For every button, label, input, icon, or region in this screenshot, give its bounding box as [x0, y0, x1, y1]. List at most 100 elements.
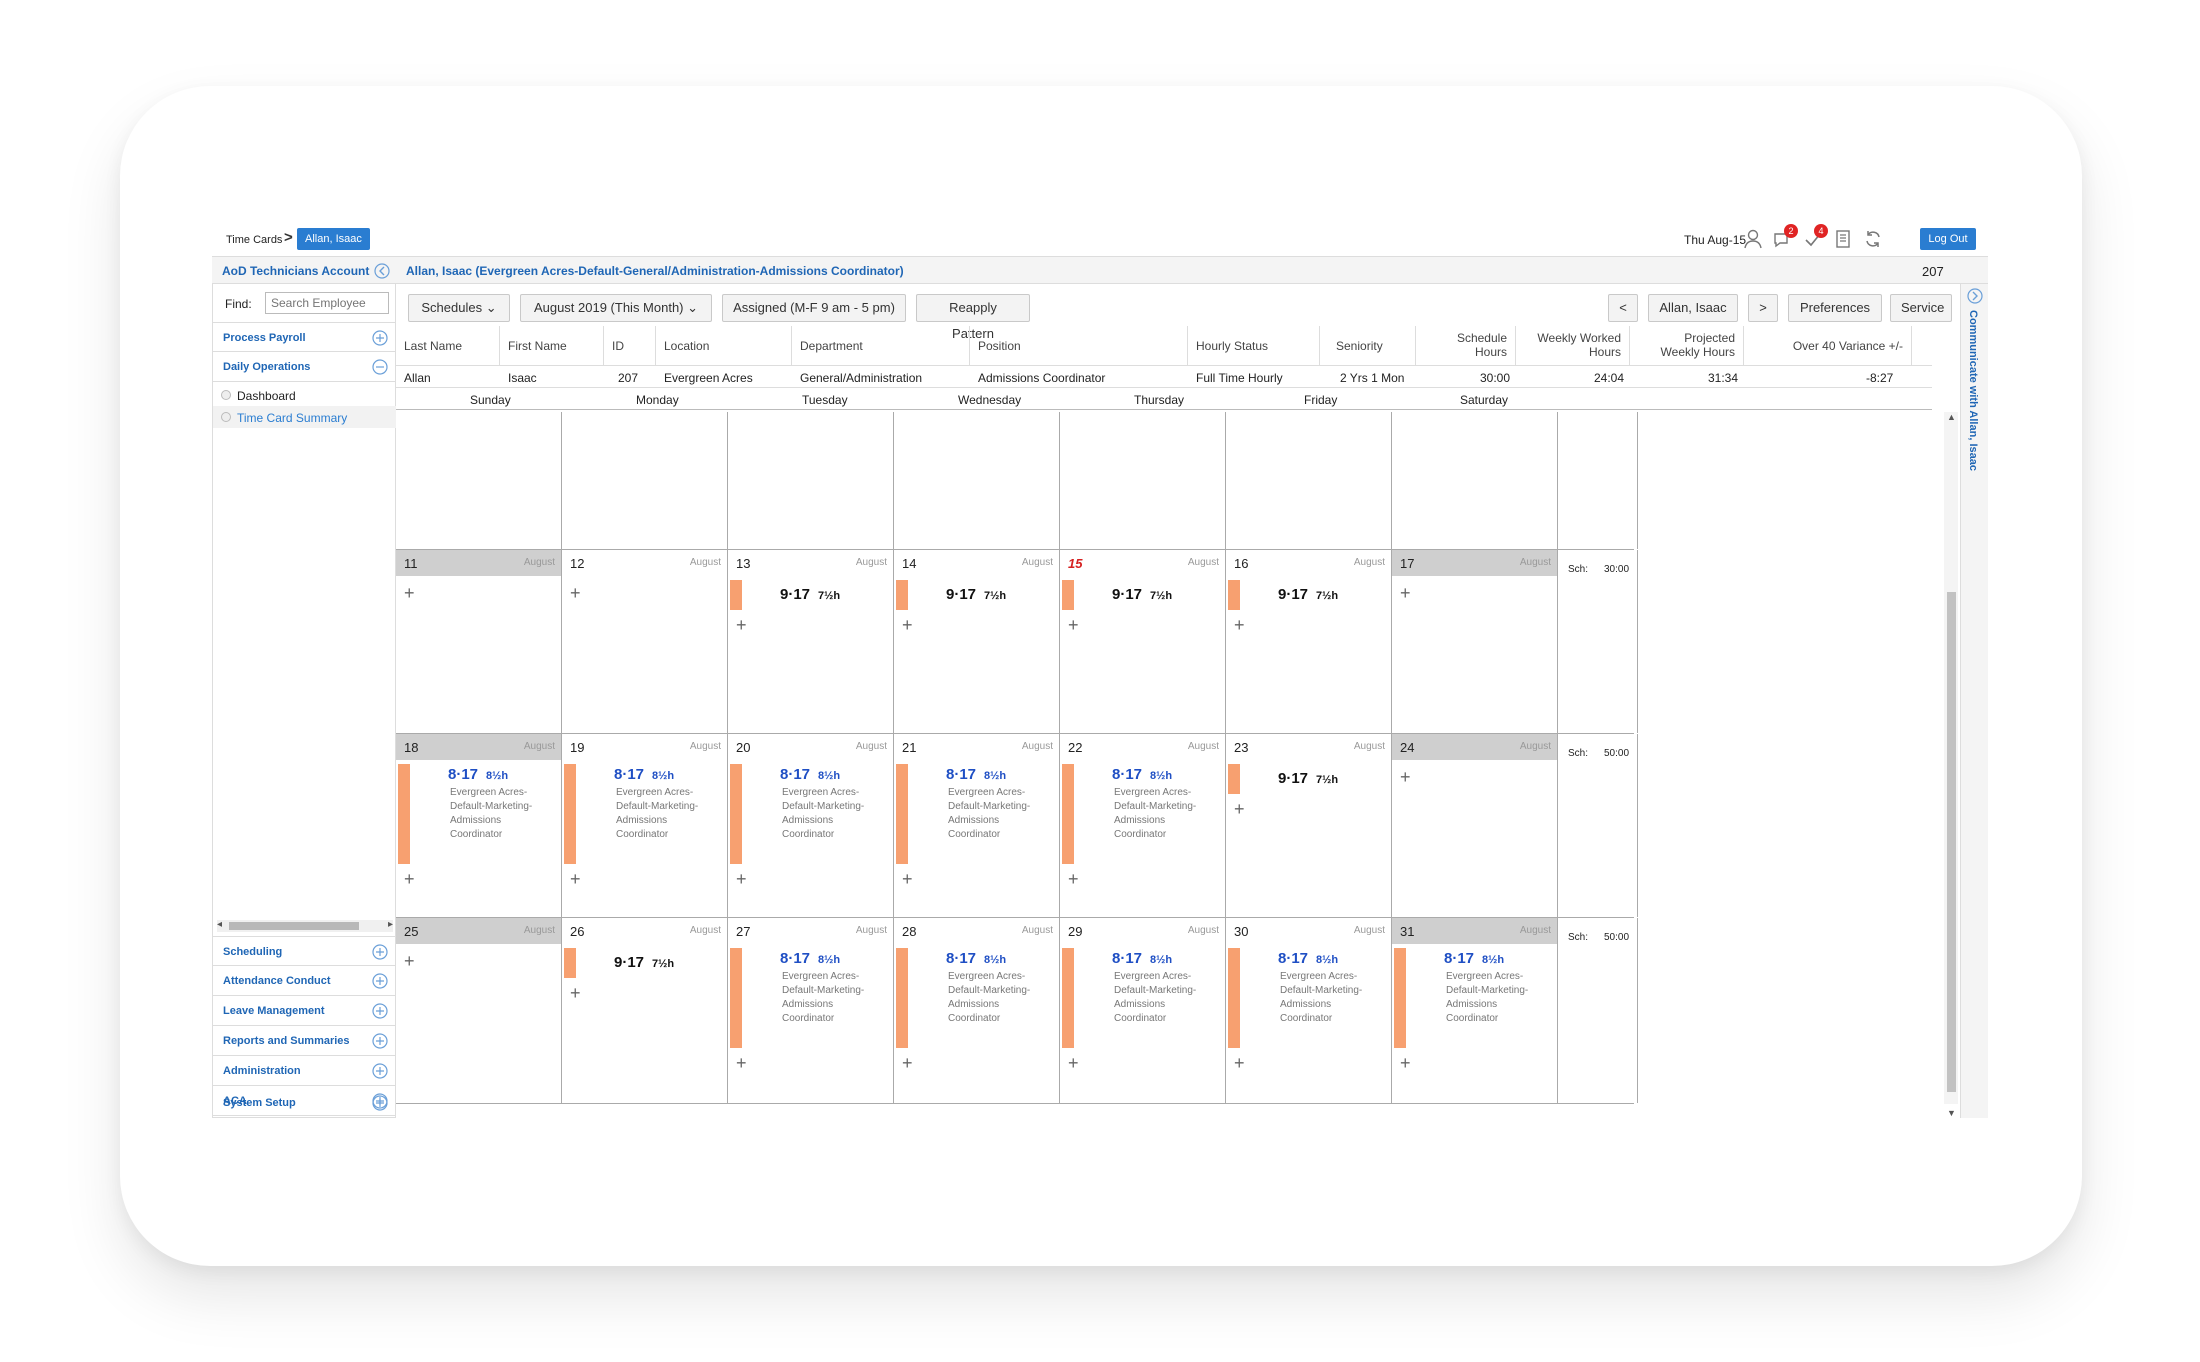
- add-shift-plus-icon[interactable]: +: [404, 952, 415, 970]
- calendar-vertical-scrollbar[interactable]: ▲ ▼: [1944, 412, 1958, 1118]
- document-icon[interactable]: [1832, 228, 1854, 250]
- calendar-day-cell[interactable]: 25 August +: [396, 918, 562, 1103]
- previous-employee-button[interactable]: <: [1608, 294, 1638, 322]
- expand-plus-icon[interactable]: [372, 1003, 388, 1019]
- shift-bar[interactable]: [730, 764, 742, 864]
- add-shift-plus-icon[interactable]: +: [902, 616, 913, 634]
- expand-plus-icon[interactable]: [372, 1063, 388, 1079]
- calendar-day-cell[interactable]: 18 August 8·17 8½h Evergreen Acres-Default…: [396, 734, 562, 917]
- sidebar-item-reports-and-summaries[interactable]: Reports and Summaries: [213, 1026, 396, 1056]
- expand-plus-icon[interactable]: [372, 1033, 388, 1049]
- add-shift-plus-icon[interactable]: +: [1234, 1054, 1245, 1072]
- sidebar-item-daily-operations[interactable]: Daily Operations: [213, 352, 396, 382]
- shift-bar[interactable]: [896, 948, 908, 1048]
- add-shift-plus-icon[interactable]: +: [1068, 1054, 1079, 1072]
- shift-bar[interactable]: [1062, 948, 1074, 1048]
- communicate-label[interactable]: Communicate with Allan, Isaac: [1967, 310, 1979, 471]
- expand-plus-icon[interactable]: [372, 944, 388, 960]
- calendar-day-cell[interactable]: 17 August +: [1392, 550, 1558, 733]
- add-shift-plus-icon[interactable]: +: [1068, 616, 1079, 634]
- shift-time[interactable]: 9·17 7½h: [1278, 586, 1338, 603]
- sidebar-item-administration[interactable]: Administration: [213, 1056, 396, 1086]
- shift-bar[interactable]: [896, 764, 908, 864]
- shift-time[interactable]: 8·17 8½h: [1112, 766, 1172, 783]
- shift-time[interactable]: 8·17 8½h: [614, 766, 674, 783]
- shift-time[interactable]: 8·17 8½h: [1278, 950, 1338, 967]
- sidebar-item-leave-management[interactable]: Leave Management: [213, 996, 396, 1026]
- alerts-icon[interactable]: 2: [1772, 224, 1798, 250]
- scroll-up-arrow-icon[interactable]: ▲: [1947, 412, 1956, 422]
- add-shift-plus-icon[interactable]: +: [902, 870, 913, 888]
- add-shift-plus-icon[interactable]: +: [736, 616, 747, 634]
- add-shift-plus-icon[interactable]: +: [570, 984, 581, 1002]
- add-shift-plus-icon[interactable]: +: [570, 870, 581, 888]
- collapse-panel-icon[interactable]: [1967, 288, 1983, 304]
- shift-time[interactable]: 9·17 7½h: [1112, 586, 1172, 603]
- calendar-day-cell-today[interactable]: 15 August 9·17 7½h +: [1060, 550, 1226, 733]
- shift-time[interactable]: 8·17 8½h: [780, 766, 840, 783]
- employee-selector-button[interactable]: Allan, Isaac: [1648, 294, 1738, 322]
- communicate-panel[interactable]: Communicate with Allan, Isaac: [1960, 284, 1988, 1118]
- shift-time[interactable]: 9·17 7½h: [614, 954, 674, 971]
- calendar-day-cell[interactable]: 31 August 8·17 8½h Evergreen Acres-Default…: [1392, 918, 1558, 1103]
- add-shift-plus-icon[interactable]: +: [736, 870, 747, 888]
- user-icon[interactable]: [1742, 228, 1764, 250]
- scroll-down-arrow-icon[interactable]: ▼: [1947, 1108, 1956, 1118]
- add-shift-plus-icon[interactable]: +: [1068, 870, 1079, 888]
- calendar-day-cell[interactable]: [1226, 412, 1392, 549]
- logout-button[interactable]: Log Out: [1920, 228, 1976, 250]
- calendar-day-cell[interactable]: 26 August 9·17 7½h +: [562, 918, 728, 1103]
- calendar-day-cell[interactable]: 11 August +: [396, 550, 562, 733]
- calendar-day-cell[interactable]: 24 August +: [1392, 734, 1558, 917]
- calendar-day-cell[interactable]: 20 August 8·17 8½h Evergreen Acres-Default…: [728, 734, 894, 917]
- add-shift-plus-icon[interactable]: +: [1234, 800, 1245, 818]
- shift-time[interactable]: 8·17 8½h: [946, 950, 1006, 967]
- shift-bar[interactable]: [1228, 764, 1240, 794]
- scrollbar-thumb[interactable]: [229, 922, 359, 930]
- calendar-day-cell[interactable]: 27 August 8·17 8½h Evergreen Acres-Default…: [728, 918, 894, 1103]
- shift-bar[interactable]: [564, 948, 576, 978]
- shift-bar[interactable]: [1228, 580, 1240, 610]
- calendar-day-cell[interactable]: [1060, 412, 1226, 549]
- period-dropdown[interactable]: August 2019 (This Month) ⌄: [520, 294, 712, 322]
- add-shift-plus-icon[interactable]: +: [404, 584, 415, 602]
- account-name[interactable]: AoD Technicians Account: [222, 264, 369, 278]
- shift-time[interactable]: 9·17 7½h: [946, 586, 1006, 603]
- sidebar-item-scheduling[interactable]: Scheduling: [213, 936, 396, 966]
- sidebar-subitem-dashboard[interactable]: Dashboard: [213, 384, 396, 406]
- refresh-icon[interactable]: [1862, 228, 1884, 250]
- shift-bar[interactable]: [1394, 948, 1406, 1048]
- shift-time[interactable]: 8·17 8½h: [448, 766, 508, 783]
- scrollbar-thumb[interactable]: [1947, 592, 1956, 1092]
- calendar-day-cell[interactable]: 14 August 9·17 7½h +: [894, 550, 1060, 733]
- sidebar-item-system-setup[interactable]: System Setup: [213, 1088, 396, 1118]
- collapse-sidebar-icon[interactable]: [374, 263, 390, 279]
- sidebar-horizontal-scrollbar[interactable]: ◂ ▸: [217, 919, 393, 932]
- calendar-day-cell[interactable]: 13 August 9·17 7½h +: [728, 550, 894, 733]
- service-button[interactable]: Service: [1890, 294, 1952, 322]
- shift-bar[interactable]: [1062, 580, 1074, 610]
- add-shift-plus-icon[interactable]: +: [404, 870, 415, 888]
- collapse-minus-icon[interactable]: [372, 359, 388, 375]
- expand-plus-icon[interactable]: [372, 1095, 388, 1111]
- shift-time[interactable]: 8·17 8½h: [1444, 950, 1504, 967]
- employee-data-row[interactable]: Allan Isaac 207 Evergreen Acres General/…: [396, 366, 1932, 388]
- shift-bar[interactable]: [564, 764, 576, 864]
- calendar-day-cell[interactable]: [894, 412, 1060, 549]
- calendar-day-cell[interactable]: 16 August 9·17 7½h +: [1226, 550, 1392, 733]
- calendar-day-cell[interactable]: 21 August 8·17 8½h Evergreen Acres-Default…: [894, 734, 1060, 917]
- calendar-day-cell[interactable]: [1392, 412, 1558, 549]
- add-shift-plus-icon[interactable]: +: [1400, 1054, 1411, 1072]
- breadcrumb-current-employee[interactable]: Allan, Isaac: [297, 228, 370, 250]
- expand-plus-icon[interactable]: [372, 973, 388, 989]
- add-shift-plus-icon[interactable]: +: [1400, 768, 1411, 786]
- calendar-day-cell[interactable]: [728, 412, 894, 549]
- add-shift-plus-icon[interactable]: +: [1400, 584, 1411, 602]
- calendar-day-cell[interactable]: 29 August 8·17 8½h Evergreen Acres-Default…: [1060, 918, 1226, 1103]
- expand-plus-icon[interactable]: [372, 330, 388, 346]
- shift-bar[interactable]: [730, 948, 742, 1048]
- sidebar-subitem-time-card-summary[interactable]: Time Card Summary: [213, 406, 396, 428]
- scroll-right-arrow-icon[interactable]: ▸: [388, 919, 393, 930]
- shift-time[interactable]: 8·17 8½h: [1112, 950, 1172, 967]
- tasks-check-icon[interactable]: 4: [1802, 224, 1828, 250]
